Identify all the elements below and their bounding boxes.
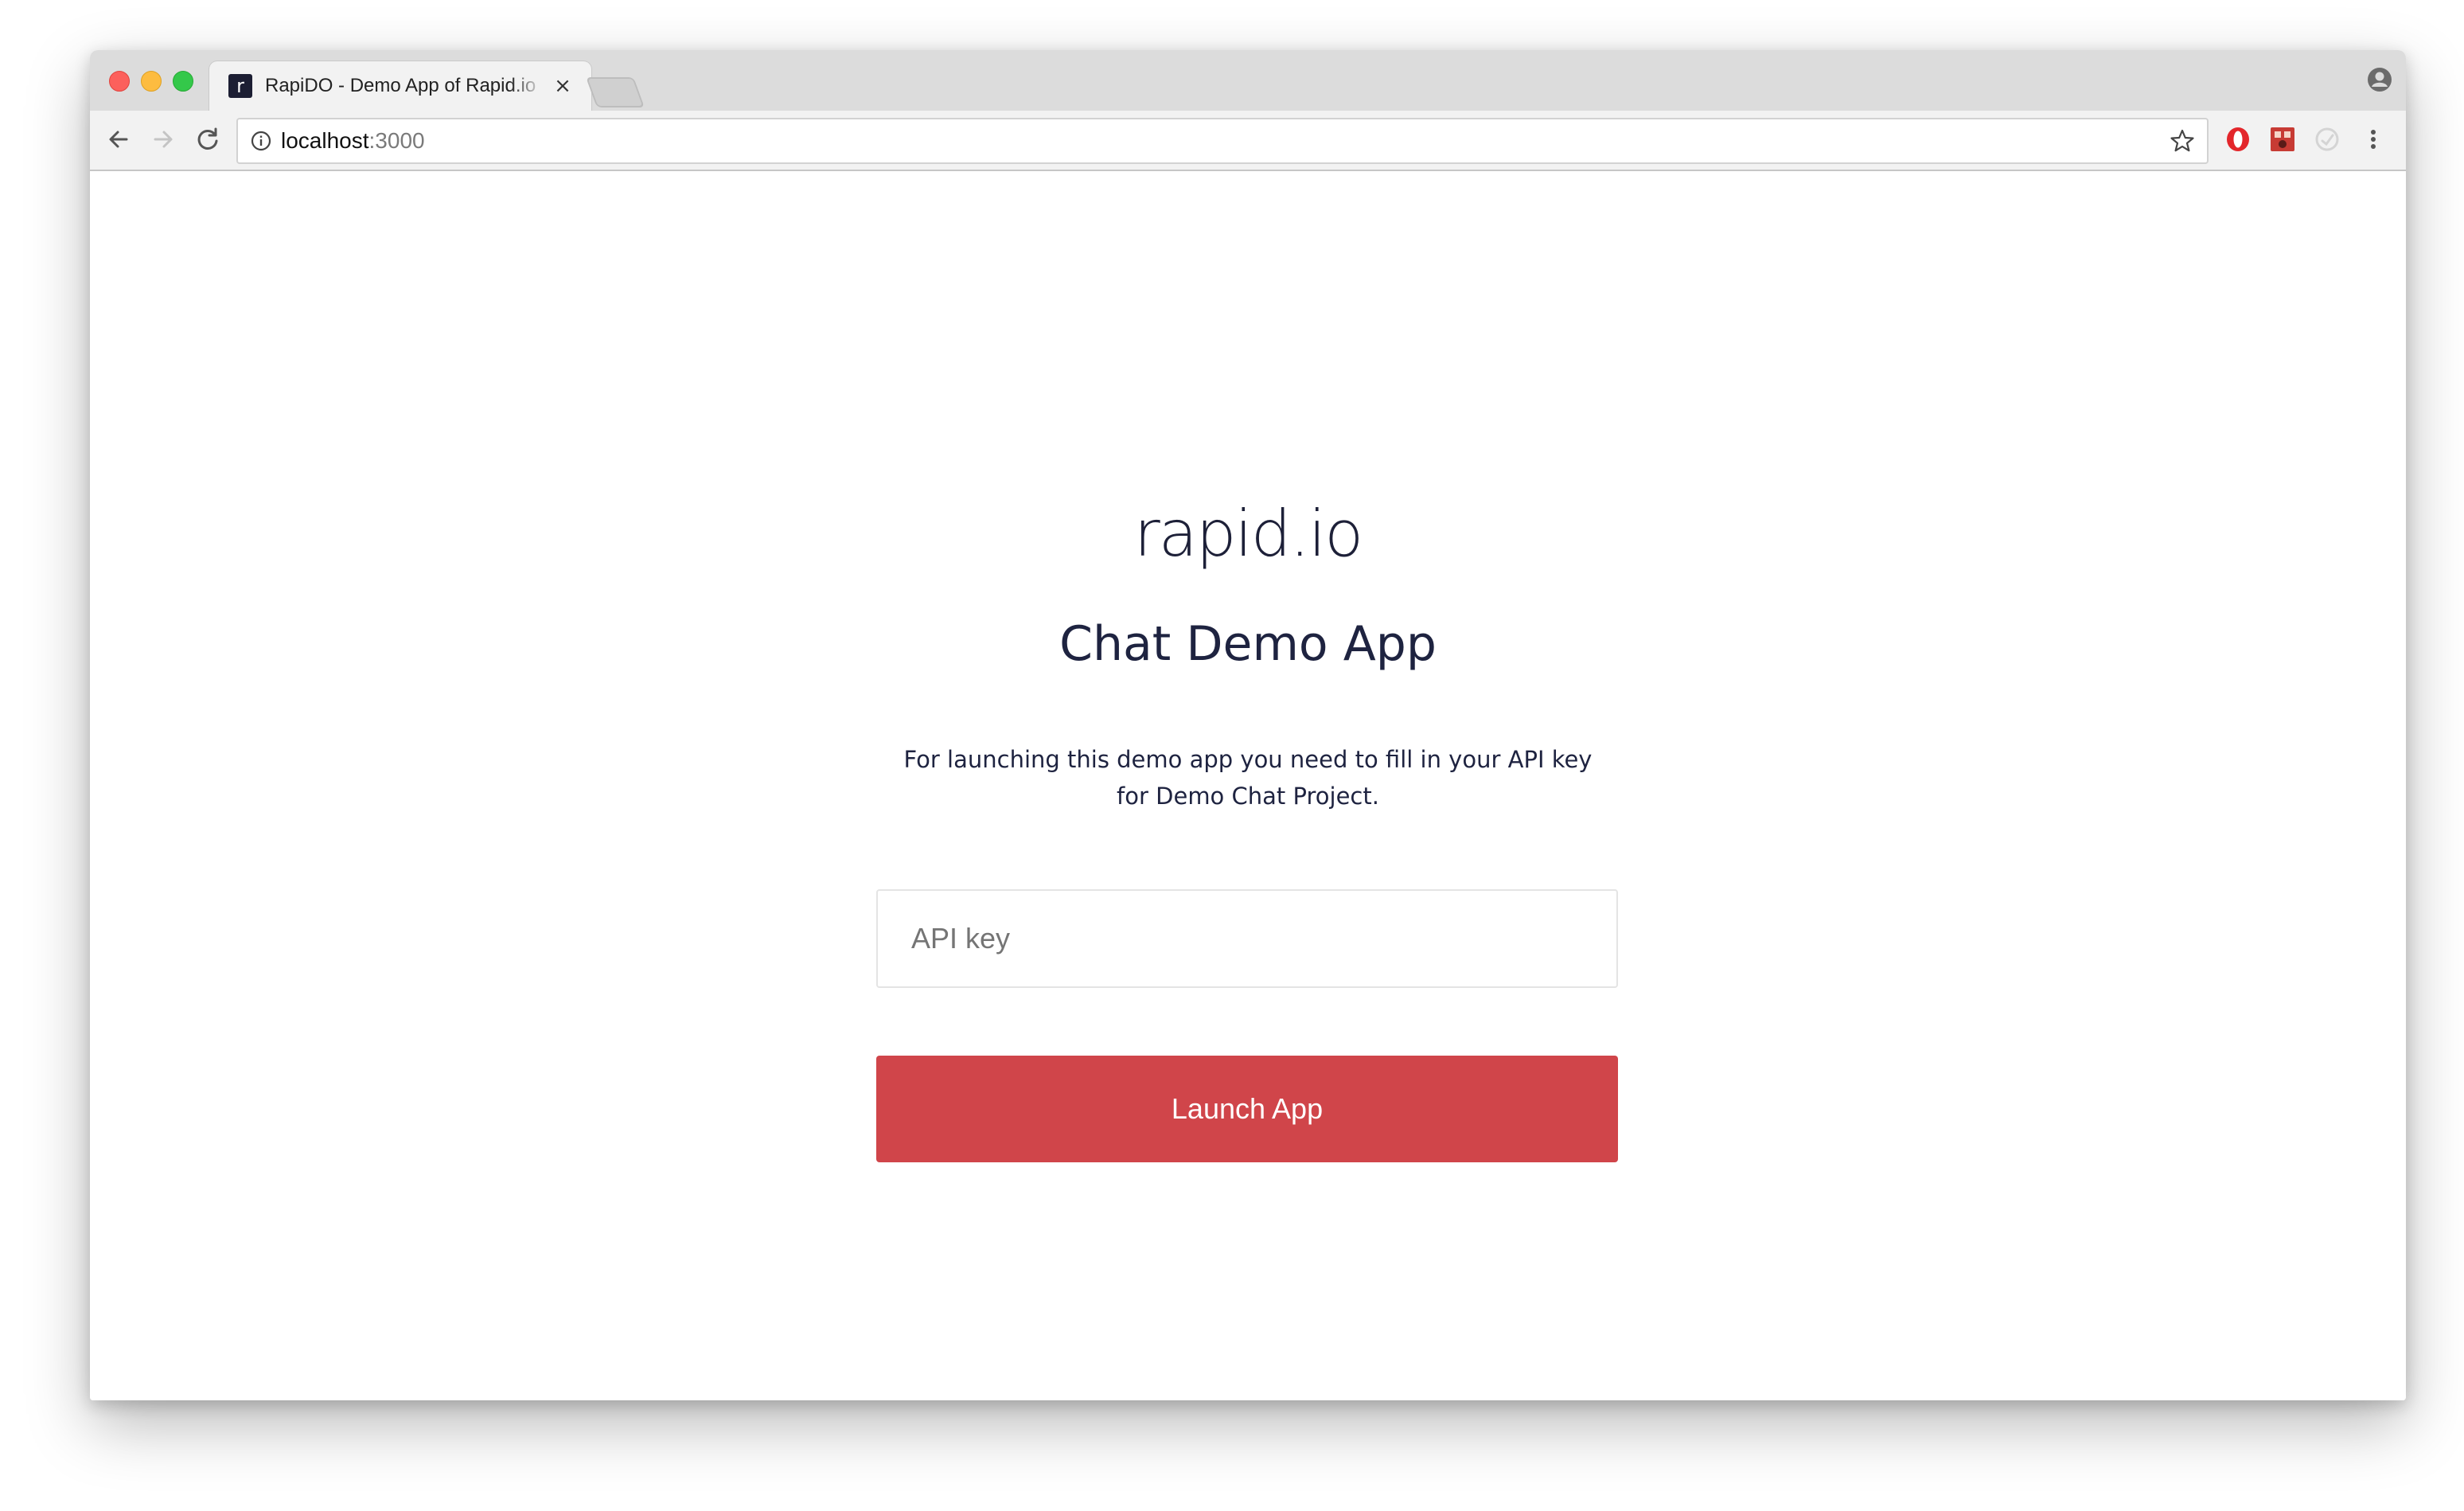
page-title: Chat Demo App xyxy=(1059,616,1437,672)
extension-icon[interactable] xyxy=(2267,124,2298,154)
browser-toolbar: localhost:3000 xyxy=(90,111,2406,171)
browser-tab[interactable]: r RapiDO - Demo App of Rapid.io × xyxy=(209,61,591,111)
favicon-icon: r xyxy=(228,74,252,98)
close-window-button[interactable] xyxy=(109,71,130,92)
description-text: For launching this demo app you need to … xyxy=(903,746,1593,810)
back-arrow-icon[interactable] xyxy=(103,123,135,155)
opera-icon[interactable] xyxy=(2223,124,2253,154)
tab-title: RapiDO - Demo App of Rapid.io xyxy=(265,75,536,96)
url-port: :3000 xyxy=(368,128,425,153)
address-bar[interactable]: localhost:3000 xyxy=(236,118,2209,164)
url-text: localhost:3000 xyxy=(281,127,425,154)
page-content: rapid.io Chat Demo App For launching thi… xyxy=(90,171,2406,1400)
logo: rapid.io xyxy=(1133,497,1363,571)
maximize-window-button[interactable] xyxy=(173,71,193,92)
url-host: localhost xyxy=(281,128,369,153)
profile-icon[interactable] xyxy=(2366,66,2393,93)
new-tab-button[interactable] xyxy=(586,77,645,107)
minimize-window-button[interactable] xyxy=(141,71,162,92)
api-key-input[interactable] xyxy=(876,889,1618,988)
launch-app-button[interactable]: Launch App xyxy=(876,1056,1618,1162)
browser-window: r RapiDO - Demo App of Rapid.io × localh… xyxy=(90,50,2406,1400)
tab-bar: r RapiDO - Demo App of Rapid.io × xyxy=(90,50,2406,111)
tab-close-button[interactable]: × xyxy=(552,75,574,97)
reload-icon[interactable] xyxy=(192,123,224,155)
forward-arrow-icon[interactable] xyxy=(147,123,179,155)
info-icon[interactable] xyxy=(249,129,273,153)
extension-icon[interactable] xyxy=(2312,124,2342,154)
kebab-menu-icon[interactable] xyxy=(2358,124,2388,154)
star-icon[interactable] xyxy=(2169,127,2196,154)
